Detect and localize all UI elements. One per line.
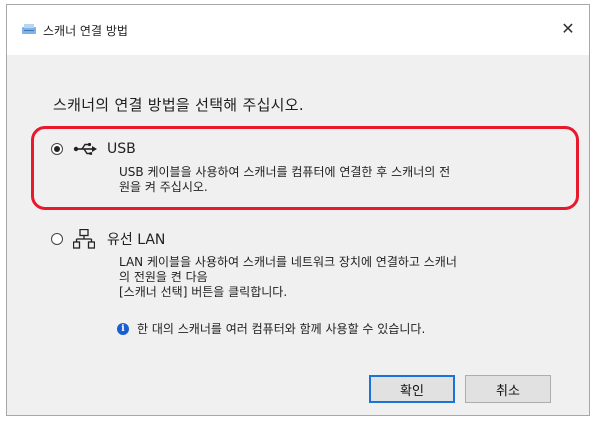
close-button[interactable]: ✕: [553, 15, 583, 41]
usb-radio[interactable]: [51, 143, 63, 155]
usb-option[interactable]: USB: [51, 139, 136, 159]
network-icon: [73, 229, 99, 249]
title-bar[interactable]: 스캐너 연결 방법 ✕: [7, 5, 589, 55]
usb-icon: [73, 139, 99, 159]
ok-button[interactable]: 확인: [369, 375, 455, 403]
lan-option[interactable]: 유선 LAN: [51, 229, 165, 249]
usb-description-line: USB 케이블을 사용하여 스캐너를 컴퓨터에 연결한 후 스캐너의 전: [119, 165, 451, 179]
usb-description-line: 원을 켜 주십시오.: [119, 180, 208, 194]
cancel-button[interactable]: 취소: [465, 375, 551, 403]
dialog-window: 스캐너 연결 방법 ✕ 스캐너의 연결 방법을 선택해 주십시오. USB US…: [6, 4, 590, 416]
lan-option-label: 유선 LAN: [107, 232, 166, 248]
lan-description: LAN 케이블을 사용하여 스캐너를 네트워크 장치에 연결하고 스캐너 의 전…: [119, 255, 457, 300]
usb-option-label: USB: [107, 141, 136, 157]
usb-description: USB 케이블을 사용하여 스캐너를 컴퓨터에 연결한 후 스캐너의 전 원을 …: [119, 165, 450, 195]
info-note: i 한 대의 스캐너를 여러 컴퓨터와 함께 사용할 수 있습니다.: [117, 320, 425, 337]
lan-radio[interactable]: [51, 233, 63, 245]
info-icon: i: [117, 322, 129, 335]
info-note-text: 한 대의 스캐너를 여러 컴퓨터와 함께 사용할 수 있습니다.: [137, 322, 426, 336]
scanner-app-icon: [22, 24, 36, 34]
instruction-text: 스캐너의 연결 방법을 선택해 주십시오.: [53, 96, 304, 114]
window-title: 스캐너 연결 방법: [43, 24, 128, 38]
dialog-content: 스캐너의 연결 방법을 선택해 주십시오. USB USB 케이블을 사용하여 …: [7, 55, 589, 415]
lan-description-line: LAN 케이블을 사용하여 스캐너를 네트워크 장치에 연결하고 스캐너: [119, 255, 457, 269]
lan-description-line: [스캐너 선택] 버튼을 클릭합니다.: [119, 285, 288, 299]
lan-description-line: 의 전원을 켠 다음: [119, 270, 208, 284]
